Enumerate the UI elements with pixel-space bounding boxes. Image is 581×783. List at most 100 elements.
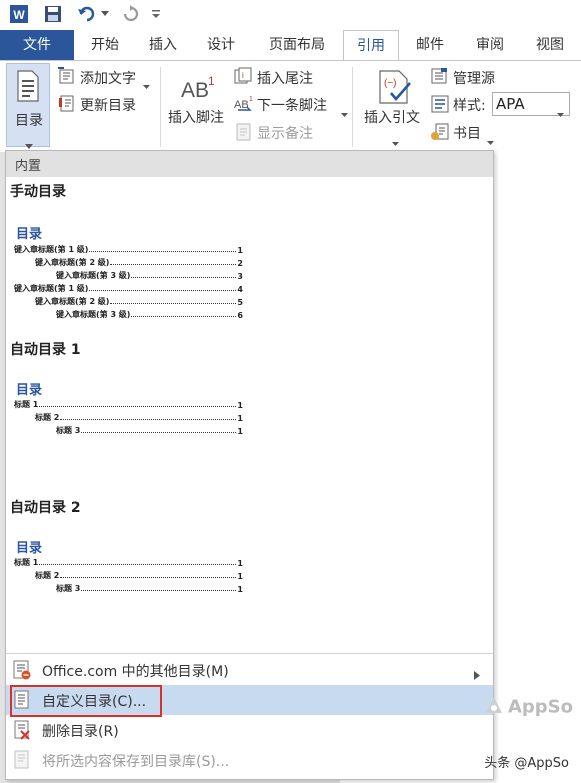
bibliography-button[interactable]: 书目 [453,123,481,143]
toc-leader [89,290,237,291]
next-footnote-button[interactable]: 下一条脚注 [257,95,327,115]
tab-design[interactable]: 设计 [196,30,246,60]
toc-line-page: 5 [237,298,243,307]
toc-line: 键入章标题(第 3 级) 3 [56,269,243,281]
show-notes-icon [236,123,252,145]
toc-line: 标题 3 1 [56,582,243,594]
show-notes-button[interactable]: 显示备注 [257,123,313,143]
toc-line-page: 6 [237,311,243,320]
toc-leader [131,316,237,317]
update-toc-button[interactable]: 更新目录 [80,95,136,115]
toc-icon [16,70,40,106]
menu-separator [6,653,493,654]
manual-toc-heading: 目录 [16,227,43,242]
svg-text:i: i [242,71,244,80]
style-select[interactable]: APA [492,92,570,117]
auto-toc-1-heading: 目录 [16,383,43,398]
toc-line-page: 1 [237,559,243,568]
auto-toc-1-gallery-item[interactable]: 自动目录 1 目录 标题 1 1 标题 2 1 标题 3 1 [6,337,493,487]
tab-review[interactable]: 审阅 [466,30,514,60]
toc-line-page: 1 [237,427,243,436]
watermark: AppSo [484,695,573,720]
tab-insert[interactable]: 插入 [138,30,188,60]
auto-toc-1-title: 自动目录 1 [10,342,81,358]
add-text-button[interactable]: 添加文字 [80,68,136,88]
toc-line: 键入章标题(第 3 级) 6 [56,308,243,320]
remove-toc-item[interactable]: 删除目录(R) [6,715,493,745]
toc-line-text: 键入章标题(第 1 级) [14,284,89,293]
ribbon-references: 目录 添加文字 更新目录 AB 1 插入脚注 i 插入尾注 AB 1 下一条脚注 显… [0,60,581,172]
redo-icon[interactable] [120,4,142,24]
auto-toc-2-gallery-item[interactable]: 自动目录 2 目录 标题 1 1 标题 2 1 标题 3 1 [6,495,493,645]
insert-footnote-icon: AB 1 [181,74,221,107]
more-toc-office-item[interactable]: Office.com 中的其他目录(M) [6,655,493,685]
svg-text:W: W [13,8,25,22]
next-footnote-icon: AB 1 [234,95,256,117]
dropdown-header: 内置 [6,151,493,177]
tab-file[interactable]: 文件 [0,30,74,60]
toc-line-page: 1 [237,572,243,581]
toc-leader [81,590,237,591]
toc-line-text: 键入章标题(第 2 级) [35,297,110,306]
toc-line-page: 1 [237,414,243,423]
watermark-logo-icon [484,695,504,720]
style-select-chevron-down-icon [557,102,564,121]
customize-toolbar-icon[interactable] [150,4,162,24]
ribbon-tabs: 文件 开始 插入 设计 页面布局 引用 邮件 审阅 视图 [0,30,581,61]
toc-leader [110,303,237,304]
toc-leader [131,277,237,278]
save-selection-to-toc-gallery-item[interactable]: 将所选内容保存到目录库(S)... [6,745,493,775]
tab-layout[interactable]: 页面布局 [258,30,336,60]
tab-references[interactable]: 引用 [343,30,399,61]
undo-icon[interactable] [76,4,98,24]
next-footnote-dropdown-icon[interactable] [341,102,348,121]
toc-line-text: 标题 2 [35,571,60,580]
toc-leader [89,251,237,252]
style-select-value: APA [496,95,525,113]
word-app-icon[interactable]: W [8,4,30,24]
quick-access-toolbar: W [0,0,581,30]
add-text-dropdown-icon[interactable] [143,74,150,93]
insert-footnote-button[interactable]: 插入脚注 [168,107,224,127]
toc-button-label: 目录 [15,113,43,129]
toc-line-page: 1 [237,401,243,410]
manage-sources-button[interactable]: 管理源 [453,68,495,88]
toc-line-page: 2 [237,259,243,268]
toc-line-text: 标题 3 [56,584,81,593]
toc-line: 键入章标题(第 2 级) 5 [35,295,243,307]
save-icon[interactable] [42,4,64,24]
undo-dropdown-icon[interactable] [100,4,110,24]
svg-text:1: 1 [249,96,253,103]
toc-leader [60,577,237,578]
toc-line: 标题 2 1 [35,411,243,423]
toc-dropdown: 内置 手动目录 目录 键入章标题(第 1 级) 1 键入章标题(第 2 级) 2 键… [5,150,494,780]
toc-leader [60,419,237,420]
toc-line-text: 标题 1 [14,558,39,567]
manual-toc-gallery-item[interactable]: 手动目录 目录 键入章标题(第 1 级) 1 键入章标题(第 2 级) 2 键入章标… [6,179,493,331]
dropdown-header-label: 内置 [15,159,42,174]
toc-leader [39,564,237,565]
submenu-arrow-icon [474,665,480,684]
insert-endnote-icon: i [234,67,252,89]
tab-view[interactable]: 视图 [526,30,574,60]
auto-toc-2-title: 自动目录 2 [10,500,81,516]
toc-line: 键入章标题(第 2 级) 2 [35,256,243,268]
toc-line: 键入章标题(第 1 级) 1 [14,243,243,255]
toc-line-text: 键入章标题(第 2 级) [35,258,110,267]
bibliography-dropdown-icon[interactable] [487,130,494,149]
insert-endnote-button[interactable]: 插入尾注 [257,68,313,88]
remove-toc-icon [12,720,32,740]
toc-button[interactable]: 目录 [6,63,50,149]
tab-mailings[interactable]: 邮件 [406,30,454,60]
manage-sources-icon [431,67,449,89]
toc-line-text: 标题 3 [56,426,81,435]
tab-home[interactable]: 开始 [80,30,130,60]
watermark-text: AppSo [507,696,573,718]
style-icon [431,95,449,117]
save-to-gallery-icon [12,750,32,770]
insert-citation-button[interactable]: 插入引文 [364,107,420,127]
insert-citation-dropdown-icon[interactable] [392,131,399,150]
save-selection-label: 将所选内容保存到目录库(S)... [42,754,230,770]
toc-line: 标题 2 1 [35,569,243,581]
update-toc-icon [58,94,76,116]
